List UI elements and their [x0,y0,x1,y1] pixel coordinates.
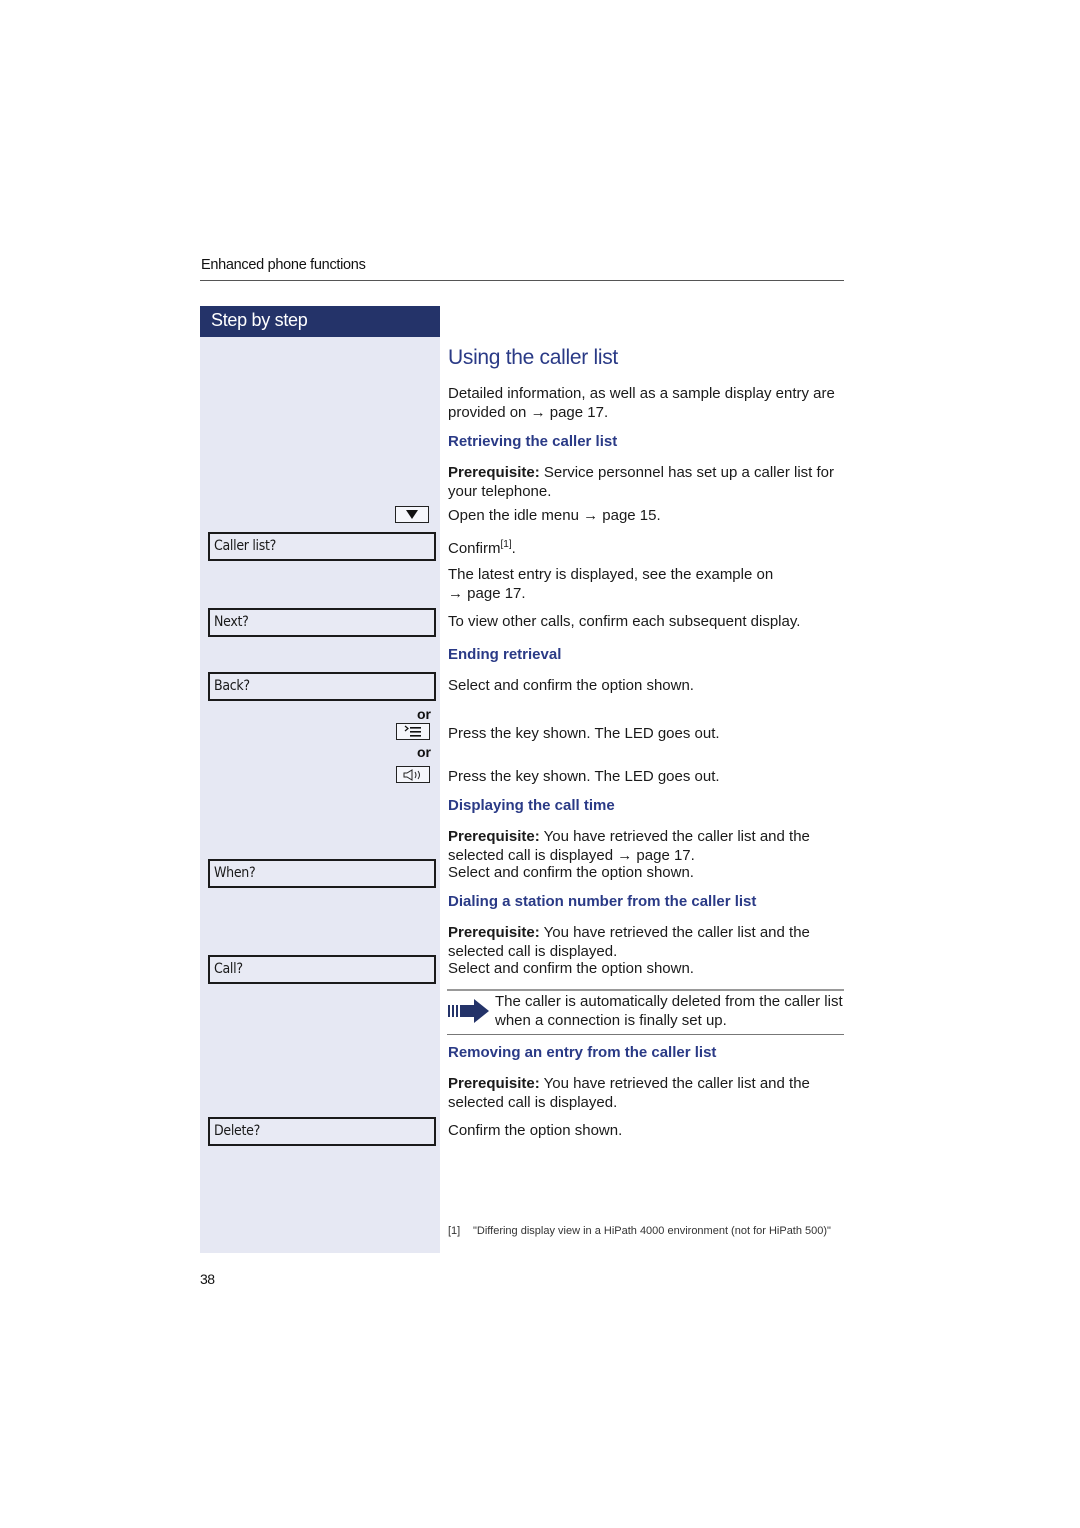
arrow-icon: → [448,584,463,602]
page-title: Using the caller list [448,346,618,369]
display-option-call[interactable]: Call? [208,955,436,984]
page-ref-link[interactable]: page 15. [598,507,660,524]
running-header: Enhanced phone functions [201,257,366,273]
triangle-down-icon [406,510,418,519]
page-ref-link[interactable]: page 17. [463,585,525,602]
menu-list-icon [404,725,421,737]
step-text: Select and confirm the option shown. [448,960,694,977]
footnote-text: "Differing display view in a HiPath 4000… [473,1225,831,1237]
down-arrow-key[interactable] [395,506,429,523]
or-label: or [417,706,431,722]
arrow-icon: → [583,507,599,524]
or-label: or [417,744,431,760]
note-divider-top [447,989,844,991]
note-arrow-icon [447,997,491,1030]
display-option-next[interactable]: Next? [208,608,436,637]
prerequisite: Prerequisite: Service personnel has set … [448,464,835,500]
step-text: Confirm the option shown. [448,1122,623,1139]
prerequisite: Prerequisite: You have retrieved the cal… [448,924,810,960]
page-ref-link[interactable]: page 17. [546,404,608,421]
section-heading: Removing an entry from the caller list [448,1044,717,1061]
section-heading: Retrieving the caller list [448,433,618,450]
step-text: Select and confirm the option shown. [448,864,694,881]
step-text: The latest entry is displayed, see the e… [448,566,774,602]
arrow-icon: → [617,846,633,864]
header-divider [200,280,844,281]
footnote-marker: [1] [448,1225,461,1237]
prerequisite: Prerequisite: You have retrieved the cal… [448,1075,810,1111]
sidebar-title: Step by step [200,306,440,337]
speaker-key[interactable] [396,766,430,783]
intro-paragraph: Detailed information, as well as a sampl… [448,385,835,421]
prerequisite: Prerequisite: You have retrieved the cal… [448,828,810,864]
menu-key[interactable] [396,723,430,740]
display-option-delete[interactable]: Delete? [208,1117,436,1146]
display-option-when[interactable]: When? [208,859,436,888]
footnote-ref[interactable]: [1] [501,539,512,550]
arrow-icon: → [530,403,546,421]
step-text: Press the key shown. The LED goes out. [448,768,720,785]
page-ref-link[interactable]: page 17. [632,847,694,864]
step-text: Open the idle menu → page 15. [448,507,661,524]
footnote: [1] "Differing display view in a HiPath … [448,1225,848,1238]
step-sidebar [200,337,440,1253]
step-text: Press the key shown. The LED goes out. [448,725,720,742]
display-option-back[interactable]: Back? [208,672,436,701]
note-text: The caller is automatically deleted from… [495,993,843,1029]
section-heading: Dialing a station number from the caller… [448,893,757,910]
section-heading: Displaying the call time [448,797,615,814]
step-text: Select and confirm the option shown. [448,677,694,694]
speaker-icon [403,768,420,781]
note-divider-bottom [447,1034,844,1035]
page-number: 38 [200,1271,215,1287]
step-text: Confirm[1]. [448,539,516,557]
section-heading: Ending retrieval [448,646,562,663]
display-option-caller-list[interactable]: Caller list? [208,532,436,561]
step-text: To view other calls, confirm each subseq… [448,613,801,630]
